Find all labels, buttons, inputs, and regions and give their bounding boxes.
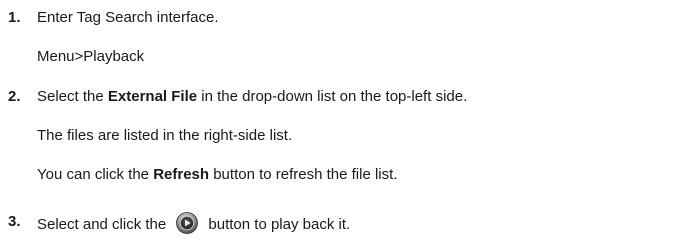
instruction-document: 1. Enter Tag Search interface. Menu>Play… [0, 0, 682, 247]
text-segment: button to play back it. [208, 216, 351, 233]
sub-text: The files are listed in the right-side l… [37, 127, 293, 144]
step-text: Select and click the button to play back… [37, 212, 350, 235]
bold-term-external-file: External File [107, 88, 198, 105]
step-number: 3. [8, 213, 21, 230]
bold-term-refresh: Refresh [153, 166, 210, 183]
step-text: Enter Tag Search interface. [37, 9, 219, 26]
text-segment: Select and click the [37, 216, 171, 233]
step-number: 1. [8, 9, 21, 26]
sub-text: You can click the Refresh button to refr… [37, 165, 397, 185]
menu-path: Menu>Playback [37, 48, 145, 65]
play-button-icon [176, 212, 199, 234]
step-text: Select the External File in the drop-dow… [37, 87, 467, 107]
text-segment: You can click the [37, 166, 154, 183]
text-segment: in the drop-down list on the top-left si… [197, 88, 468, 105]
text-segment: button to refresh the file list. [209, 166, 398, 183]
text-segment: Select the [37, 88, 108, 105]
step-number: 2. [8, 88, 21, 105]
